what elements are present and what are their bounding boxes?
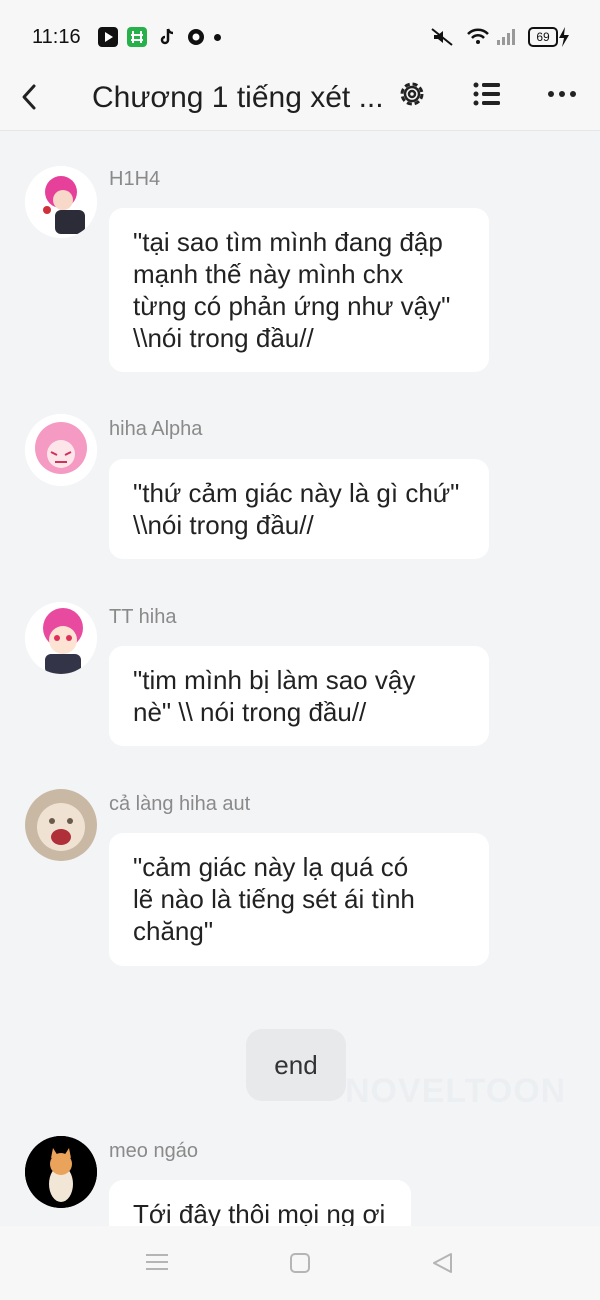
clock: 11:16 (32, 26, 81, 48)
avatar[interactable] (25, 789, 97, 861)
top-bar: Chương 1 tiếng xét ... (0, 68, 600, 131)
battery-indicator: 69 (528, 27, 558, 47)
message-bubble: "tại sao tìm mình đang đập mạnh thế này … (109, 208, 489, 372)
sender-name: cả làng hiha aut (109, 793, 251, 815)
status-bar: 11:16 69 (0, 0, 600, 68)
avatar[interactable] (25, 1136, 97, 1208)
list-icon[interactable] (472, 78, 504, 110)
sender-name: meo ngáo (109, 1140, 198, 1162)
grid-app-icon (127, 27, 147, 47)
sender-name: H1H4 (109, 168, 161, 190)
avatar[interactable] (25, 166, 97, 238)
charging-icon (558, 27, 570, 47)
page-title: Chương 1 tiếng xét ... (92, 81, 382, 114)
sender-name: TT hiha (109, 606, 177, 628)
back-triangle-icon[interactable] (431, 1252, 453, 1279)
end-marker: end (246, 1029, 346, 1101)
avatar[interactable] (25, 602, 97, 674)
video-app-icon (98, 27, 118, 47)
system-nav-bar (0, 1226, 600, 1300)
menu-icon[interactable] (146, 1252, 168, 1277)
sender-name: hiha Alpha (109, 418, 203, 440)
more-dots-icon[interactable] (546, 78, 578, 110)
chevron-left-icon[interactable] (16, 76, 46, 116)
message-bubble: "thứ cảm giác này là gì chứ" \\nói trong… (109, 459, 489, 559)
message-bubble: "tim mình bị làm sao vậy nè" \\ nói tron… (109, 646, 489, 746)
signal-icon (496, 27, 516, 47)
noveltoon-watermark: NOVELTOON (345, 1072, 567, 1110)
mute-icon (430, 27, 453, 47)
message-bubble: "cảm giác này lạ quá có lẽ nào là tiếng … (109, 833, 489, 966)
notification-dot (214, 34, 221, 41)
tiktok-icon (157, 27, 177, 47)
chrome-icon (186, 27, 206, 47)
home-icon[interactable] (289, 1252, 311, 1279)
wifi-icon (466, 27, 490, 47)
gear-icon[interactable] (396, 78, 428, 110)
avatar[interactable] (25, 414, 97, 486)
